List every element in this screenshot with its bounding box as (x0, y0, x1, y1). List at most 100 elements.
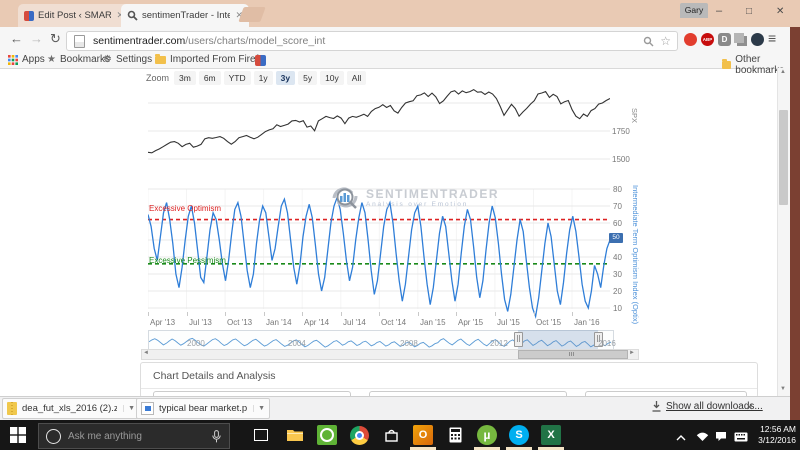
image-file-icon (141, 402, 154, 415)
imported-folder-shortcut[interactable]: Imported From Firef... (155, 54, 267, 65)
range-button-5y[interactable]: 5y (298, 71, 317, 85)
x-axis-tick (264, 312, 265, 316)
spx-ytick: 1500 (612, 155, 630, 164)
microphone-icon[interactable] (212, 430, 221, 443)
cortana-icon (46, 429, 61, 444)
bookmark-label: Settings (116, 54, 152, 65)
close-window-button[interactable]: ✕ (776, 6, 784, 17)
scroll-up-arrow-icon[interactable]: ▲ (780, 69, 786, 75)
adblock-plus-extension-icon[interactable]: ABP (701, 33, 714, 46)
maximize-button[interactable]: □ (746, 6, 752, 17)
download-item-zip[interactable]: dea_fut_xls_2016 (2).zip ▼ (2, 398, 140, 419)
pages-extension-icon[interactable] (734, 33, 744, 43)
download-icon (652, 401, 661, 412)
taskbar-excel-icon[interactable]: X (538, 423, 564, 447)
watermark-subtitle: Analysis over Emotion (366, 201, 499, 208)
taskbar-utorrent-icon[interactable]: µ (474, 423, 500, 447)
taskbar-chrome-icon[interactable] (346, 423, 372, 447)
profile-badge[interactable]: Gary (680, 3, 708, 18)
x-axis-label: Jan '16 (574, 318, 600, 327)
scrollbar-thumb[interactable] (779, 110, 788, 205)
x-axis-label: Oct '15 (536, 318, 561, 327)
reload-button[interactable]: ↻ (50, 31, 61, 47)
x-axis-tick (187, 312, 188, 316)
navigator-left-handle[interactable] (514, 332, 523, 347)
scroll-left-arrow-icon[interactable]: ◄ (143, 349, 149, 358)
taskbar-store-icon[interactable] (378, 423, 404, 447)
back-button[interactable]: ← (10, 31, 23, 46)
star-icon: ★ (47, 54, 56, 65)
range-button-3m[interactable]: 3m (174, 71, 196, 85)
range-button-all[interactable]: All (347, 71, 366, 85)
scroll-down-arrow-icon[interactable]: ▼ (780, 386, 786, 392)
download-item-png[interactable]: typical bear market.png ▼ (136, 398, 270, 419)
x-axis-label: Apr '14 (304, 318, 329, 327)
bookmarks-manager-shortcut[interactable]: ★ Bookmarks (47, 54, 110, 65)
taskbar-calculator-icon[interactable] (442, 423, 468, 447)
tab-sentimentrader[interactable]: sentimenTrader - Intermed ✕ (121, 4, 249, 27)
onetab-extension-icon[interactable] (684, 33, 697, 46)
windows-logo-icon (10, 427, 26, 443)
forward-button[interactable]: → (30, 31, 43, 46)
x-axis-tick (534, 312, 535, 316)
d-extension-icon[interactable]: D (718, 33, 731, 46)
x-axis-tick (148, 312, 149, 316)
download-filename: dea_fut_xls_2016 (2).zip (22, 403, 117, 414)
range-button-10y[interactable]: 10y (320, 71, 344, 85)
start-button[interactable] (10, 427, 26, 448)
zoom-page-icon[interactable] (643, 36, 654, 47)
ghostery-extension-icon[interactable] (751, 33, 764, 46)
minimize-button[interactable]: – (716, 5, 722, 17)
apps-grid-icon (8, 55, 18, 65)
notification-icon[interactable] (715, 429, 727, 447)
scroll-right-arrow-icon[interactable]: ► (629, 349, 635, 358)
bookmark-label: Apps (22, 54, 45, 65)
scrollbar-thumb[interactable] (518, 350, 628, 359)
watermark: SENTIMENTRADER Analysis over Emotion (330, 184, 499, 211)
range-button-1y[interactable]: 1y (254, 71, 273, 85)
watermark-title: SENTIMENTRADER (366, 187, 499, 201)
url-domain: sentimentrader.com (93, 35, 185, 47)
x-axis-tick (379, 312, 380, 316)
optix-ytick: 60 (613, 219, 622, 228)
range-button-ytd[interactable]: YTD (224, 71, 251, 85)
tab-edit-post[interactable]: Edit Post ‹ SMART MONEY ✕ (18, 4, 130, 27)
search-placeholder: Ask me anything (68, 431, 142, 442)
taskbar-clock[interactable]: 12:56 AM 3/12/2016 (746, 424, 796, 446)
x-axis-tick (225, 312, 226, 316)
tab-title: sentimenTrader - Intermed (142, 10, 230, 21)
spx-ytick: 1750 (612, 127, 630, 136)
address-bar[interactable]: sentimentrader.com/users/charts/model_sc… (66, 31, 678, 51)
taskbar-task-view-icon[interactable] (248, 423, 274, 447)
sentimentrader-logo-icon (330, 184, 360, 211)
optix-ytick: 10 (613, 304, 622, 313)
close-downloads-bar-icon[interactable]: ✕ (746, 402, 754, 413)
menu-icon[interactable]: ≡ (768, 30, 776, 46)
taskbar-office-icon[interactable]: O (410, 423, 436, 447)
zip-file-icon (7, 402, 17, 415)
tray-chevron-icon[interactable] (676, 429, 686, 447)
navigator-selected-range[interactable] (518, 330, 598, 349)
site-bookmark-icon[interactable] (255, 55, 266, 66)
taskbar-file-explorer-icon[interactable] (282, 423, 308, 447)
tab-favicon-magnifier-icon (127, 10, 138, 21)
apps-shortcut[interactable]: Apps (8, 54, 45, 65)
gear-icon: ⚙ (103, 54, 112, 65)
download-caret-icon[interactable]: ▼ (123, 405, 135, 412)
range-button-6m[interactable]: 6m (199, 71, 221, 85)
optix-ytick: 40 (613, 253, 622, 262)
download-caret-icon[interactable]: ▼ (253, 405, 265, 412)
spx-price-chart[interactable] (148, 84, 610, 176)
x-axis-tick (418, 312, 419, 316)
x-axis-label: Jul '15 (497, 318, 520, 327)
desktop-background-sliver (790, 27, 800, 420)
optix-current-value-badge: 50 (609, 233, 623, 243)
bookmark-star-icon[interactable]: ☆ (660, 34, 671, 48)
range-button-3y[interactable]: 3y (276, 71, 295, 85)
cortana-search-box[interactable]: Ask me anything (38, 423, 230, 449)
taskbar-green-app-icon[interactable] (314, 423, 340, 447)
settings-shortcut[interactable]: ⚙ Settings (103, 54, 152, 65)
taskbar-skype-icon[interactable]: S (506, 423, 532, 447)
wifi-icon[interactable] (696, 429, 709, 447)
x-axis-label: Jul '13 (189, 318, 212, 327)
